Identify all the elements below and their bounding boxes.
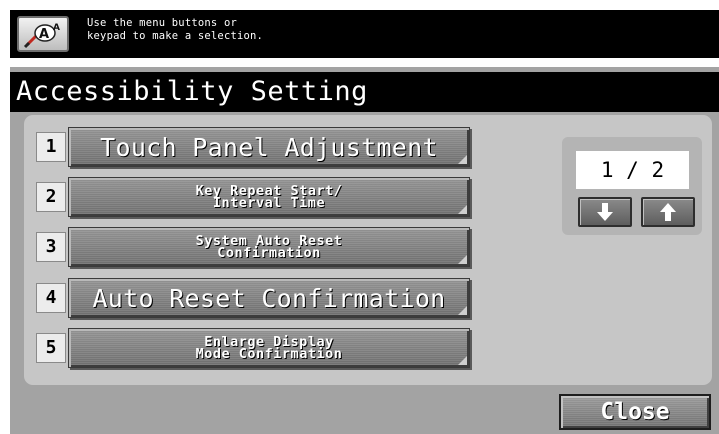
list-item: 5 Enlarge Display Mode Confirmation xyxy=(36,328,476,368)
list-item: 4 Auto Reset Confirmation xyxy=(36,278,476,318)
menu-list-area: 1 Touch Panel Adjustment 2 Key Repeat St… xyxy=(24,115,712,385)
item-label: Enlarge Display Mode Confirmation xyxy=(195,334,343,362)
page-up-button[interactable] xyxy=(641,197,695,227)
item-label: System Auto Reset Confirmation xyxy=(195,233,343,261)
arrow-up-icon xyxy=(660,203,676,221)
message-bar: A A Use the menu buttons or keypad to ma… xyxy=(10,10,719,58)
main-panel: Accessibility Setting 1 Touch Panel Adju… xyxy=(10,67,719,434)
touch-panel-adjustment-button[interactable]: Touch Panel Adjustment xyxy=(68,127,470,167)
list-item: 3 System Auto Reset Confirmation xyxy=(36,227,476,267)
item-label: Touch Panel Adjustment xyxy=(100,132,438,162)
list-item: 2 Key Repeat Start/ Interval Time xyxy=(36,177,476,217)
auto-reset-confirmation-button[interactable]: Auto Reset Confirmation xyxy=(68,278,470,318)
item-number: 2 xyxy=(36,182,66,212)
key-repeat-start-interval-time-button[interactable]: Key Repeat Start/ Interval Time xyxy=(68,177,470,217)
page-indicator: 1 / 2 xyxy=(576,151,689,189)
enlarge-display-mode-confirmation-button[interactable]: Enlarge Display Mode Confirmation xyxy=(68,328,470,368)
item-number: 1 xyxy=(36,132,66,162)
close-button[interactable]: Close xyxy=(559,394,711,430)
item-label: Auto Reset Confirmation xyxy=(92,283,446,313)
accessibility-icon[interactable]: A A xyxy=(17,16,69,52)
item-number: 4 xyxy=(36,283,66,313)
page-title: Accessibility Setting xyxy=(10,72,719,112)
system-auto-reset-confirmation-button[interactable]: System Auto Reset Confirmation xyxy=(68,227,470,267)
svg-text:A: A xyxy=(39,27,49,42)
item-label: Key Repeat Start/ Interval Time xyxy=(195,183,343,211)
item-number: 3 xyxy=(36,232,66,262)
page-down-button[interactable] xyxy=(578,197,632,227)
accessibility-icon-graphic: A A xyxy=(23,23,60,49)
item-number: 5 xyxy=(36,333,66,363)
pager: 1 / 2 xyxy=(562,137,702,235)
list-item: 1 Touch Panel Adjustment xyxy=(36,127,476,167)
svg-text:A: A xyxy=(53,23,60,33)
instruction-text: Use the menu buttons or keypad to make a… xyxy=(87,17,264,42)
arrow-down-icon xyxy=(597,203,613,221)
